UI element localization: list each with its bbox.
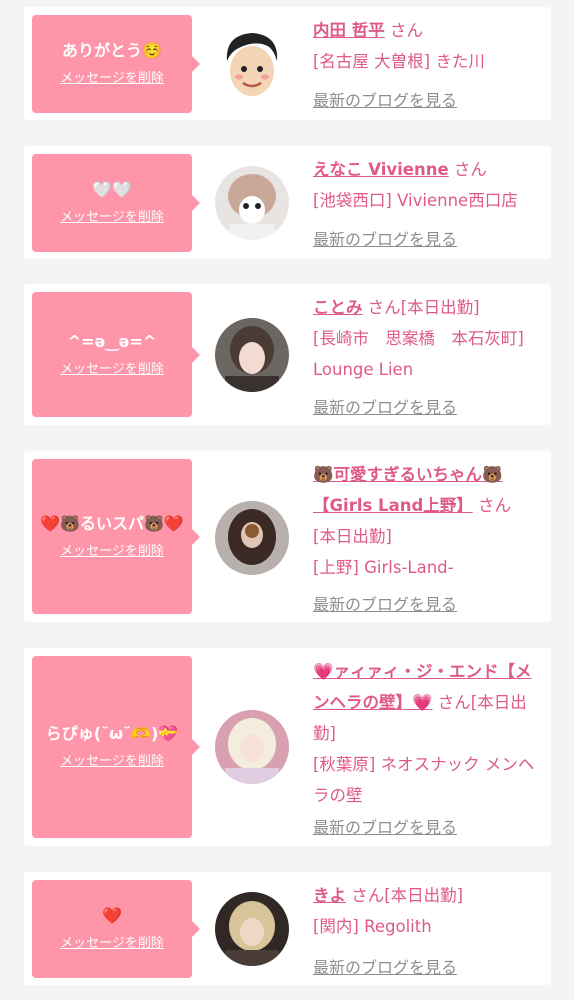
avatar[interactable] [215,892,289,966]
latest-blog-link[interactable]: 最新のブログを見る [313,954,457,978]
delete-message-link[interactable]: メッセージを削除 [60,934,164,954]
status-text: [本日出勤] [384,886,464,905]
girl-photo-avatar-icon [215,710,289,784]
girl-photo-avatar-icon [215,318,289,392]
status-text: [本日出勤] [400,298,480,317]
message-card: ありがとう☺️ メッセージを削除 内田 哲平 さん [名古屋 大曽根] きた川 … [24,7,551,120]
sender-name-link[interactable]: 内田 哲平 [313,21,385,40]
illustrated-man-avatar-icon [226,33,278,96]
girl-photo-avatar-icon [215,166,289,240]
avatar[interactable] [215,27,289,101]
honorific: さん [478,496,512,515]
sender-name-link[interactable]: ことみ [313,298,363,317]
latest-blog-link[interactable]: 最新のブログを見る [313,394,457,418]
shop-info: [関内] Regolith [313,917,432,936]
status-text: [本日出勤] [313,527,392,546]
latest-blog-link[interactable]: 最新のブログを見る [313,87,457,111]
message-card: ❤️ メッセージを削除 きよ さん[本日出勤] [関内] Regolith 最新… [24,872,551,985]
honorific: さん [453,160,487,179]
message-bubble: ありがとう☺️ メッセージを削除 [32,15,200,113]
delete-message-link[interactable]: メッセージを削除 [60,69,164,89]
message-card: ^=ə‿ə=^ メッセージを削除 ことみ さん[本日出勤] [長崎市 思案橋 本… [24,284,551,425]
delete-message-link[interactable]: メッセージを削除 [60,208,164,228]
sender-info: えなこ Vivienne さん [池袋西口] Vivienne西口店 [313,154,543,216]
message-card: ❤️🐻るいスパ🐻❤️ メッセージを削除 🐻可愛すぎるいちゃん🐻【Girls La… [24,451,551,622]
shop-info: [秋葉原] ネオスナック メンヘラの壁 [313,755,535,805]
avatar[interactable] [215,166,289,240]
honorific: さん [351,886,385,905]
sender-name-link[interactable]: 🐻可愛すぎるいちゃん🐻【Girls Land上野】 [313,465,503,515]
shop-info: [上野] Girls-Land- [313,558,454,577]
message-text: らぴゅ(˘ω˘🫶)💝 [45,724,179,743]
shop-info: [池袋西口] Vivienne西口店 [313,191,518,210]
sender-info: 🐻可愛すぎるいちゃん🐻【Girls Land上野】 さん [本日出勤] [上野]… [313,459,543,583]
delete-message-link[interactable]: メッセージを削除 [60,752,164,772]
avatar[interactable] [215,710,289,784]
honorific: さん [390,21,423,40]
girl-photo-avatar-icon [215,892,289,966]
message-bubble: ^=ə‿ə=^ メッセージを削除 [32,292,200,417]
sender-info: 💗ァィァィ・ジ・エンド【メンヘラの壁】💗 さん[本日出勤] [秋葉原] ネオスナ… [313,656,543,811]
message-text: ^=ə‿ə=^ [67,331,157,351]
honorific: さん [437,693,471,712]
latest-blog-link[interactable]: 最新のブログを見る [313,814,457,838]
latest-blog-link[interactable]: 最新のブログを見る [313,226,457,250]
sender-info: ことみ さん[本日出勤] [長崎市 思案橋 本石灰町] Lounge Lien [313,292,543,385]
sender-name-link[interactable]: えなこ Vivienne [313,160,449,179]
message-text: ❤️ [102,906,122,925]
sender-info: きよ さん[本日出勤] [関内] Regolith [313,880,543,942]
delete-message-link[interactable]: メッセージを削除 [60,542,164,562]
message-text: ありがとう☺️ [62,41,162,60]
message-card: 🤍🤍 メッセージを削除 えなこ Vivienne さん [池袋西口] Vivie… [24,146,551,259]
latest-blog-link[interactable]: 最新のブログを見る [313,591,457,615]
message-bubble: ❤️ メッセージを削除 [32,880,200,978]
delete-message-link[interactable]: メッセージを削除 [60,360,164,380]
message-card: らぴゅ(˘ω˘🫶)💝 メッセージを削除 💗ァィァィ・ジ・エンド【メンヘラの壁】💗… [24,648,551,846]
shop-info: [長崎市 思案橋 本石灰町] Lounge Lien [313,329,524,379]
avatar[interactable] [215,318,289,392]
message-text: ❤️🐻るいスパ🐻❤️ [40,513,184,533]
message-bubble: らぴゅ(˘ω˘🫶)💝 メッセージを削除 [32,656,200,838]
message-text: 🤍🤍 [92,180,132,199]
sender-info: 内田 哲平 さん [名古屋 大曽根] きた川 [313,15,543,77]
avatar[interactable] [215,501,289,575]
girl-photo-avatar-icon [215,501,289,575]
sender-name-link[interactable]: きよ [313,886,346,905]
honorific: さん [367,298,401,317]
message-bubble: 🤍🤍 メッセージを削除 [32,154,200,252]
shop-info: [名古屋 大曽根] きた川 [313,52,485,71]
message-bubble: ❤️🐻るいスパ🐻❤️ メッセージを削除 [32,459,200,614]
